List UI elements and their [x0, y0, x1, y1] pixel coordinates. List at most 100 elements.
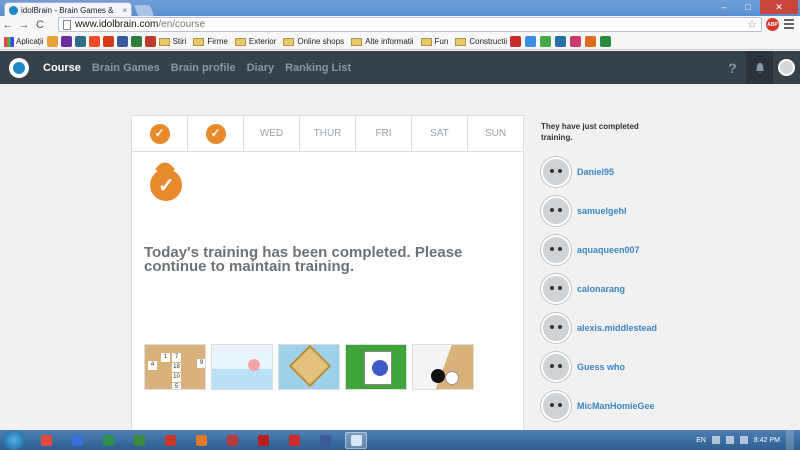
recent-user-item[interactable]: aquaqueen007	[541, 230, 657, 269]
minimize-button[interactable]: ‒	[712, 0, 736, 14]
bookmark-favicon-icon[interactable]	[510, 36, 522, 47]
user-name-link[interactable]: MicManHomieGee	[577, 401, 655, 411]
nav-link-brain-profile[interactable]: Brain profile	[171, 62, 236, 74]
show-desktop-button[interactable]	[786, 430, 794, 450]
bookmark-favicon-icon[interactable]	[585, 36, 597, 47]
taskbar-app-button[interactable]	[190, 432, 212, 449]
bookmark-folder-label: Exterior	[248, 37, 277, 46]
nav-link-ranking-list[interactable]: Ranking List	[285, 62, 351, 74]
bookmark-folder-label: Online shops	[297, 37, 345, 46]
bookmark-favicon-icon[interactable]	[130, 36, 142, 47]
taskbar-app-button[interactable]	[221, 432, 243, 449]
user-avatar-icon[interactable]	[541, 351, 571, 382]
reload-button[interactable]: C	[32, 19, 48, 31]
app-navbar: Course Brain Games Brain profile Diary Ranki…	[0, 51, 800, 84]
user-name-link[interactable]: Daniel95	[577, 167, 614, 177]
user-name-link[interactable]: Guess who	[577, 362, 625, 372]
game-sea-sun[interactable]	[211, 344, 273, 390]
taskbar-app-button[interactable]	[97, 432, 119, 449]
tray-network-icon[interactable]	[725, 436, 734, 444]
bookmark-folder-constructii[interactable]: Constructii	[455, 37, 507, 46]
taskbar-app-button[interactable]	[283, 432, 305, 449]
bookmark-favicon-icon[interactable]	[555, 36, 567, 47]
bookmark-favicon-icon[interactable]	[525, 36, 537, 47]
bookmark-favicon-icon[interactable]	[600, 36, 612, 47]
bookmark-favicon-icon[interactable]	[102, 36, 114, 47]
grid-number-tile: 1	[161, 353, 170, 362]
user-avatar-icon[interactable]	[541, 390, 571, 421]
taskbar-app-button[interactable]	[314, 432, 336, 449]
taskbar-app-button[interactable]	[35, 432, 57, 449]
windows-taskbar: EN 8:42 PM	[0, 430, 800, 450]
bookmark-folder-stiri[interactable]: Stiri	[158, 37, 186, 46]
user-avatar[interactable]	[773, 51, 800, 84]
bookmark-star-icon[interactable]: ☆	[747, 18, 757, 31]
bookmark-folder-fun[interactable]: Fun	[420, 37, 448, 46]
user-name-link[interactable]: alexis.middlestead	[577, 323, 657, 333]
user-avatar-icon[interactable]	[541, 156, 571, 187]
back-button[interactable]: ←	[0, 19, 16, 31]
user-avatar-icon[interactable]	[541, 312, 571, 343]
bookmark-favicon-icon[interactable]	[540, 36, 552, 47]
forward-button[interactable]: →	[16, 19, 32, 31]
notification-bell-icon[interactable]	[746, 51, 773, 84]
bookmarks-bar: Aplicații Stiri Firme Exterior Online shops…	[0, 34, 800, 50]
avatar-icon	[778, 59, 795, 76]
blue-dot-shape	[372, 360, 388, 376]
help-icon[interactable]: ?	[719, 51, 746, 84]
bookmark-favicon-icon[interactable]	[88, 36, 100, 47]
idolbrain-logo-icon[interactable]	[9, 57, 29, 78]
recent-user-item[interactable]: samuelgehl	[541, 191, 657, 230]
user-name-link[interactable]: samuelgehl	[577, 206, 627, 216]
user-avatar-icon[interactable]	[541, 234, 571, 265]
bookmark-folder-firme[interactable]: Firme	[193, 37, 228, 46]
folder-icon	[351, 37, 363, 46]
tab-close-icon[interactable]: ×	[122, 6, 127, 15]
nav-link-diary[interactable]: Diary	[247, 62, 275, 74]
recent-user-item[interactable]: Guess who	[541, 347, 657, 386]
game-card-dot[interactable]	[345, 344, 407, 390]
user-name-link[interactable]: calonarang	[577, 284, 625, 294]
adblock-plus-icon[interactable]: ABP	[766, 18, 779, 31]
bookmark-favicon-icon[interactable]	[60, 36, 72, 47]
nav-link-brain-games[interactable]: Brain Games	[92, 62, 160, 74]
bookmark-folder-online-shops[interactable]: Online shops	[283, 37, 344, 46]
taskbar-app-button[interactable]	[128, 432, 150, 449]
user-avatar-icon[interactable]	[541, 273, 571, 304]
bookmark-folder-alte-informatii[interactable]: Alte informatii	[351, 37, 414, 46]
folder-icon	[455, 37, 467, 46]
taskbar-app-button[interactable]	[345, 431, 367, 449]
taskbar-app-button[interactable]	[252, 432, 274, 449]
recent-user-item[interactable]: Daniel95	[541, 152, 657, 191]
bookmark-favicon-icon[interactable]	[74, 36, 86, 47]
game-number-grid[interactable]: 4 1 7 18 9 10 5	[144, 344, 206, 390]
maximize-button[interactable]: □	[736, 0, 760, 14]
taskbar-app-button[interactable]	[159, 432, 181, 449]
bookmark-favicon-icon[interactable]	[116, 36, 128, 47]
close-window-button[interactable]: ✕	[760, 0, 798, 14]
bookmark-apps[interactable]: Aplicații	[4, 36, 44, 47]
bookmark-favicon-icon[interactable]	[46, 36, 58, 47]
recent-completions-title: They have just completed training.	[541, 122, 639, 142]
taskbar-app-button[interactable]	[66, 432, 88, 449]
bookmark-favicon-icon[interactable]	[570, 36, 582, 47]
tray-volume-icon[interactable]	[739, 436, 748, 444]
clock[interactable]: 8:42 PM	[754, 437, 780, 444]
recent-user-item[interactable]: alexis.middlestead	[541, 308, 657, 347]
game-board-puzzle[interactable]	[278, 344, 340, 390]
browser-menu-icon[interactable]	[784, 19, 794, 29]
address-bar[interactable]: www.idolbrain.com /en/course ☆	[58, 17, 762, 32]
start-button[interactable]	[3, 430, 25, 450]
tray-flag-icon[interactable]	[711, 436, 720, 444]
game-go-stones[interactable]	[412, 344, 474, 390]
new-tab-button[interactable]	[133, 5, 155, 16]
recent-user-item[interactable]: calonarang	[541, 269, 657, 308]
language-indicator[interactable]: EN	[696, 437, 706, 444]
user-avatar-icon[interactable]	[541, 195, 571, 226]
bookmark-favicon-icon[interactable]	[144, 36, 156, 47]
completed-flame-icon	[150, 169, 182, 201]
bookmark-folder-exterior[interactable]: Exterior	[234, 37, 277, 46]
recent-user-item[interactable]: MicManHomieGee	[541, 386, 657, 425]
user-name-link[interactable]: aquaqueen007	[577, 245, 640, 255]
nav-link-course[interactable]: Course	[43, 62, 81, 74]
